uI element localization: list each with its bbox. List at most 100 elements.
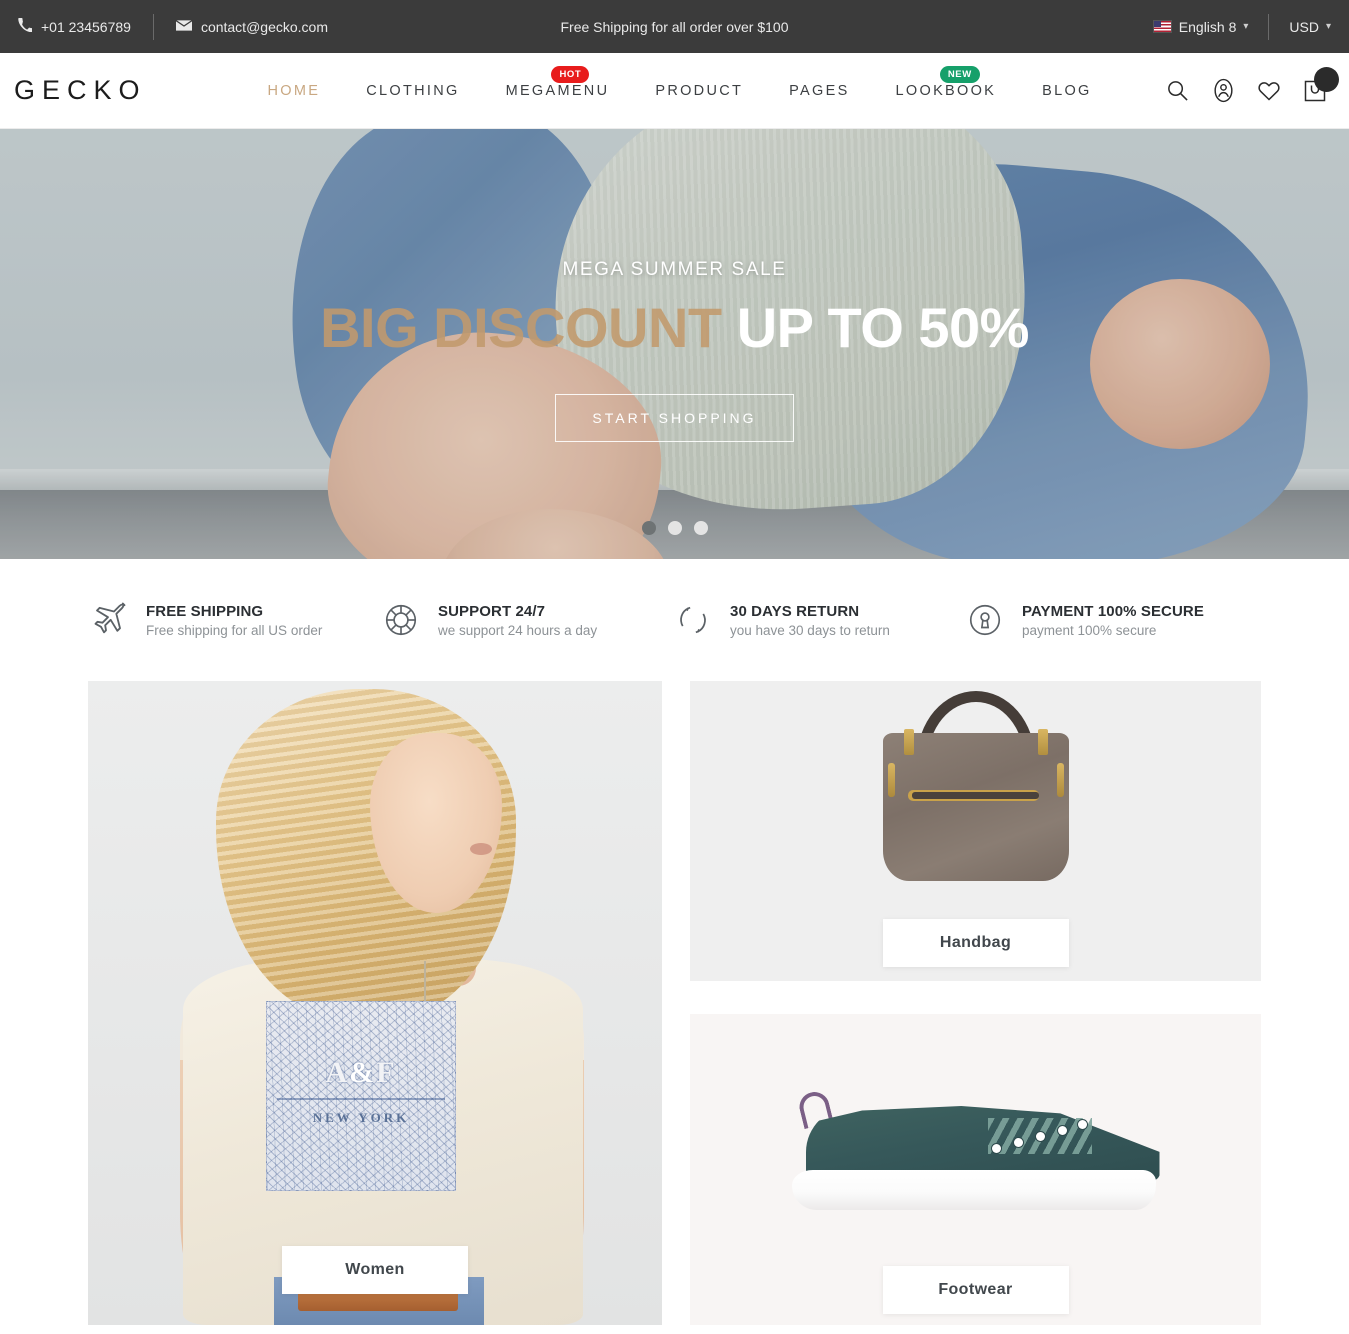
nav-label: MEGAMENU — [505, 82, 610, 99]
tshirt-graphic-print: A&F NEW YORK — [266, 1001, 456, 1191]
print-city-text: NEW YORK — [312, 1110, 410, 1125]
feature-support: SUPPORT 24/7 we support 24 hours a day — [380, 599, 672, 641]
phone-contact[interactable]: +01 23456789 — [18, 18, 131, 35]
sneaker-sole — [791, 1170, 1156, 1210]
feature-text-group: 30 DAYS RETURN you have 30 days to retur… — [730, 603, 890, 638]
shopping-cart-icon[interactable] — [1301, 66, 1339, 105]
sneaker-eyelet — [1013, 1138, 1023, 1147]
phone-icon — [18, 18, 34, 35]
category-card-handbag[interactable]: Handbag — [690, 681, 1261, 981]
nav-label: PRODUCT — [655, 82, 744, 99]
currency-label: USD — [1289, 18, 1319, 35]
feature-free-shipping: FREE SHIPPING Free shipping for all US o… — [88, 599, 380, 641]
hero-title-highlight: BIG DISCOUNT — [320, 296, 737, 359]
print-brand-a: A — [325, 1056, 350, 1089]
chevron-down-icon: ▾ — [1243, 21, 1249, 32]
slider-dot-3[interactable] — [693, 521, 708, 535]
sneaker-eyelet — [1077, 1120, 1087, 1129]
nav-item-clothing[interactable]: CLOTHING — [343, 83, 482, 99]
email-contact[interactable]: contact@gecko.com — [175, 18, 328, 35]
category-showcase: A&F NEW YORK Women Handbag Footwear — [0, 681, 1349, 1325]
category-label-women[interactable]: Women — [282, 1246, 468, 1294]
wishlist-heart-icon[interactable] — [1255, 77, 1283, 105]
print-divider — [277, 1098, 445, 1100]
sneaker-image — [791, 1088, 1160, 1210]
cart-count-badge — [1314, 66, 1339, 92]
category-column-right: Handbag Footwear — [690, 681, 1261, 1325]
hero-slider: MEGA SUMMER SALE BIG DISCOUNT UP TO 50% … — [0, 129, 1349, 559]
feature-title: 30 DAYS RETURN — [730, 602, 860, 620]
slider-dot-1[interactable] — [641, 521, 656, 535]
feature-text-group: PAYMENT 100% SECURE payment 100% secure — [1022, 603, 1204, 638]
print-brand-f: F — [376, 1056, 397, 1089]
feature-title: FREE SHIPPING — [146, 602, 264, 620]
handbag-side-zip-right — [1056, 763, 1064, 797]
handbag-body — [882, 733, 1069, 881]
email-address: contact@gecko.com — [200, 18, 328, 35]
handbag-clip-right — [1037, 729, 1048, 755]
hero-title: BIG DISCOUNT UP TO 50% — [320, 295, 1029, 360]
category-card-footwear[interactable]: Footwear — [690, 1014, 1261, 1325]
return-arrows-icon — [672, 599, 714, 641]
hero-content: MEGA SUMMER SALE BIG DISCOUNT UP TO 50% … — [0, 129, 1349, 559]
site-header: GECKO HOME CLOTHING HOT MEGAMENU PRODUCT… — [0, 53, 1349, 129]
hero-kicker: MEGA SUMMER SALE — [562, 259, 787, 280]
header-icon-group — [1163, 66, 1349, 105]
search-icon[interactable] — [1163, 77, 1191, 105]
category-label-footwear[interactable]: Footwear — [882, 1266, 1069, 1314]
nav-item-product[interactable]: PRODUCT — [632, 83, 766, 99]
top-utility-bar: +01 23456789 contact@gecko.com Free Ship… — [0, 0, 1349, 53]
feature-subtitle: we support 24 hours a day — [438, 622, 598, 638]
start-shopping-button[interactable]: START SHOPPING — [555, 394, 794, 442]
topbar-divider — [152, 13, 154, 40]
category-card-women[interactable]: A&F NEW YORK Women — [88, 681, 662, 1325]
feature-returns: 30 DAYS RETURN you have 30 days to retur… — [672, 599, 964, 641]
sneaker-eyelet — [991, 1144, 1001, 1153]
feature-text-group: SUPPORT 24/7 we support 24 hours a day — [438, 603, 597, 638]
lifebuoy-support-icon — [380, 599, 422, 641]
nav-label: HOME — [267, 82, 321, 99]
print-brand-text: A&F — [267, 1056, 455, 1090]
nav-label: LOOKBOOK — [895, 82, 997, 99]
nav-label: CLOTHING — [366, 82, 460, 99]
slider-dot-2[interactable] — [667, 521, 682, 535]
nav-label: PAGES — [789, 82, 850, 99]
feature-secure-payment: PAYMENT 100% SECURE payment 100% secure — [964, 599, 1204, 641]
slider-dots — [0, 521, 1349, 535]
language-selector[interactable]: English 8 ▾ — [1152, 18, 1249, 35]
topbar-divider-2 — [1268, 13, 1270, 40]
new-badge: NEW — [939, 65, 980, 83]
phone-number: +01 23456789 — [41, 18, 131, 35]
nav-item-lookbook[interactable]: NEW LOOKBOOK — [873, 65, 1020, 99]
language-label: English 8 — [1178, 18, 1237, 35]
topbar-settings-group: English 8 ▾ USD ▾ — [1152, 13, 1349, 40]
model-lips — [470, 843, 492, 855]
handbag-side-zip-left — [887, 763, 895, 797]
envelope-icon — [175, 19, 192, 35]
chevron-down-icon: ▾ — [1325, 21, 1331, 32]
topbar-contact-group: +01 23456789 contact@gecko.com — [0, 13, 328, 40]
user-account-icon[interactable] — [1209, 77, 1237, 105]
sneaker-upper — [805, 1106, 1160, 1180]
category-label-handbag[interactable]: Handbag — [882, 919, 1069, 967]
print-ampersand: & — [349, 1056, 377, 1089]
feature-benefits-bar: FREE SHIPPING Free shipping for all US o… — [0, 559, 1349, 681]
hot-badge: HOT — [551, 65, 590, 83]
us-flag-icon — [1152, 20, 1172, 33]
feature-subtitle: you have 30 days to return — [730, 622, 890, 638]
nav-item-home[interactable]: HOME — [245, 83, 344, 99]
feature-subtitle: payment 100% secure — [1022, 622, 1157, 638]
sneaker-eyelet — [1035, 1132, 1045, 1141]
main-navigation: HOME CLOTHING HOT MEGAMENU PRODUCT PAGES… — [245, 65, 1115, 99]
feature-title: SUPPORT 24/7 — [438, 602, 546, 620]
lock-keyhole-icon — [964, 599, 1006, 641]
category-column-left: A&F NEW YORK Women — [88, 681, 662, 1325]
nav-item-megamenu[interactable]: HOT MEGAMENU — [483, 65, 633, 99]
airplane-icon — [88, 599, 130, 641]
handbag-clip-left — [903, 729, 914, 755]
nav-item-blog[interactable]: BLOG — [1019, 83, 1115, 99]
currency-selector[interactable]: USD ▾ — [1289, 19, 1331, 35]
sneaker-eyelet — [1057, 1126, 1067, 1135]
site-logo[interactable]: GECKO — [0, 75, 147, 106]
nav-item-pages[interactable]: PAGES — [766, 83, 872, 99]
